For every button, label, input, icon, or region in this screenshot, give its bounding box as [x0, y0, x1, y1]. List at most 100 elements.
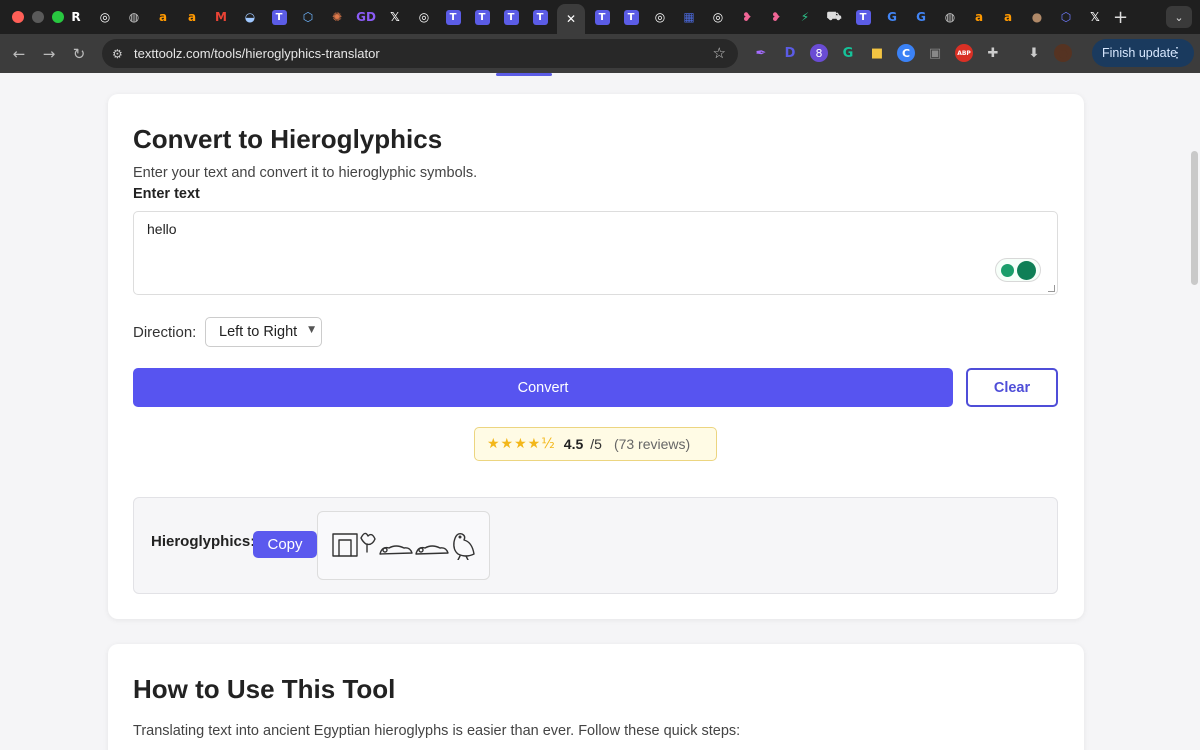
direction-select[interactable]: Left to Right ▼	[205, 317, 322, 347]
browser-tab[interactable]: ✕	[557, 4, 585, 34]
browser-tab[interactable]: 𝕏	[1083, 5, 1107, 29]
browser-tab[interactable]: T	[470, 5, 494, 29]
text-input[interactable]: hello	[133, 211, 1058, 295]
browser-tab[interactable]: ◒	[238, 5, 262, 29]
browser-tab[interactable]: 𝕏	[383, 5, 407, 29]
browser-tab[interactable]: a	[180, 5, 204, 29]
note-icon[interactable]: ■	[868, 44, 886, 62]
browser-tab[interactable]: ◎	[706, 5, 730, 29]
puzzle-icon[interactable]: ✚	[984, 44, 1002, 62]
copy-button[interactable]: Copy	[253, 531, 317, 558]
page-scrollbar[interactable]	[1191, 151, 1198, 285]
browser-tab[interactable]: T	[619, 5, 643, 29]
texttoolz-icon: T	[503, 9, 519, 25]
glyph-o-eye	[458, 535, 462, 539]
hexagon-icon: ⬡	[1060, 10, 1072, 24]
c-icon[interactable]: C	[897, 44, 915, 62]
openai-icon: ◎	[99, 10, 111, 24]
download-icon[interactable]: ⬇	[1025, 44, 1043, 62]
direction-select-value: Left to Right	[219, 324, 298, 340]
browser-tab[interactable]: T	[499, 5, 523, 29]
close-window-button[interactable]	[12, 11, 24, 23]
dashboard-icon: ▦	[683, 10, 695, 24]
grammar-assistant-icon[interactable]	[995, 258, 1041, 282]
browser-tab[interactable]: ◍	[938, 5, 962, 29]
browser-tab[interactable]: ●	[1025, 5, 1049, 29]
browser-tab[interactable]: T	[590, 5, 614, 29]
browser-tab[interactable]: ✺	[325, 5, 349, 29]
badge-icon[interactable]: 8	[810, 44, 828, 62]
convert-button[interactable]: Convert	[133, 368, 953, 407]
more-menu-icon[interactable]: ⋮	[1170, 44, 1184, 61]
input-label: Enter text	[133, 186, 200, 202]
browser-tab[interactable]: T	[441, 5, 465, 29]
page-title: Convert to Hieroglyphics	[133, 124, 443, 154]
roblox-icon: R	[71, 10, 81, 24]
resize-handle[interactable]	[1048, 285, 1055, 292]
openai-icon: ◎	[418, 10, 430, 24]
chevron-down-icon: ▼	[308, 325, 315, 335]
amazon-icon: a	[974, 10, 984, 24]
amazon-icon: a	[187, 10, 197, 24]
adblock-icon[interactable]: ABP	[955, 44, 973, 62]
bulb-icon	[1000, 263, 1014, 277]
browser-tab[interactable]: M	[209, 5, 233, 29]
site-settings-icon[interactable]: ⚙	[112, 47, 132, 61]
rating-reviews: (73 reviews)	[613, 436, 691, 452]
glyph-o-legs	[457, 555, 469, 560]
glyph-h	[332, 533, 358, 557]
browser-tab[interactable]: a	[996, 5, 1020, 29]
amazon-icon: a	[1003, 10, 1013, 24]
browser-tab[interactable]: ◎	[412, 5, 436, 29]
texttoolz-icon: T	[855, 9, 871, 25]
browser-tab[interactable]: a	[151, 5, 175, 29]
d-icon[interactable]: D	[781, 44, 799, 62]
car-icon: ⛟	[826, 9, 842, 23]
browser-tab[interactable]: T	[267, 5, 291, 29]
forward-button[interactable]: →	[34, 45, 64, 63]
grammarly-icon[interactable]: G	[839, 44, 857, 62]
bookmark-star-icon[interactable]: ☆	[713, 44, 726, 62]
clear-button[interactable]: Clear	[966, 368, 1058, 407]
browser-tab[interactable]: ◍	[122, 5, 146, 29]
url-text[interactable]: texttoolz.com/tools/hieroglyphics-transl…	[134, 46, 380, 61]
browser-tab[interactable]: a	[967, 5, 991, 29]
glyph-o	[453, 532, 475, 557]
browser-tab[interactable]: ⛟	[822, 5, 846, 29]
maximize-window-button[interactable]	[52, 11, 64, 23]
browser-tab[interactable]: ⚡	[793, 5, 817, 29]
browser-tab[interactable]: GD	[354, 5, 378, 29]
browser-tab[interactable]: T	[851, 5, 875, 29]
reload-button[interactable]: ↻	[64, 45, 94, 63]
browser-tab[interactable]: G	[909, 5, 933, 29]
browser-tab[interactable]: ❥	[764, 5, 788, 29]
openai-icon: ◎	[712, 10, 724, 24]
x-icon: 𝕏	[390, 10, 400, 24]
feather-icon[interactable]: ✒	[752, 44, 770, 62]
finish-update-button[interactable]: Finish update ⋮	[1092, 39, 1194, 67]
browser-tab[interactable]: G	[880, 5, 904, 29]
rating-stars[interactable]: ★★★★½	[487, 436, 556, 452]
browser-tab[interactable]: ⬡	[1054, 5, 1078, 29]
minimize-window-button[interactable]	[32, 11, 44, 23]
chevron-down-icon: ⌄	[1174, 11, 1184, 24]
browser-tab[interactable]: R	[64, 5, 88, 29]
back-button[interactable]: ←	[4, 45, 34, 63]
rating-widget[interactable]: ★★★★½ 4.5 /5 (73 reviews)	[474, 427, 717, 461]
texttoolz-icon: T	[271, 9, 287, 25]
browser-tab[interactable]: ❥	[735, 5, 759, 29]
address-bar[interactable]: ⚙ texttoolz.com/tools/hieroglyphics-tran…	[102, 39, 738, 68]
browser-tab[interactable]: ⬡	[296, 5, 320, 29]
tab-search-button[interactable]: ⌄	[1166, 6, 1192, 28]
screenshot-icon[interactable]: ▣	[926, 44, 944, 62]
x-icon: 𝕏	[1090, 10, 1100, 24]
hexagon-icon: ⬡	[302, 10, 314, 24]
finish-update-label: Finish update	[1102, 46, 1178, 60]
profile-icon[interactable]: ●	[1054, 44, 1072, 62]
page-viewport: Convert to Hieroglyphics Enter your text…	[0, 73, 1200, 750]
browser-tab[interactable]: ◎	[93, 5, 117, 29]
browser-tab[interactable]: ▦	[677, 5, 701, 29]
browser-tab[interactable]: T	[528, 5, 552, 29]
browser-tab[interactable]: ◎	[648, 5, 672, 29]
new-tab-button[interactable]: +	[1113, 7, 1128, 28]
